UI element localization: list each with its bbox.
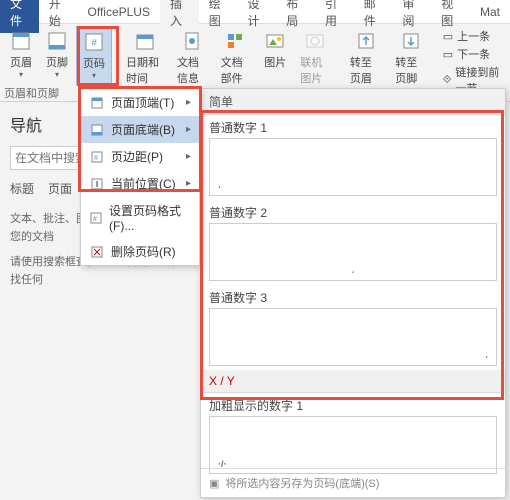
goto-header-button[interactable]: 转至页眉 xyxy=(344,26,387,90)
chevron-right-icon: ▸ xyxy=(186,97,191,108)
next-icon: ▭ xyxy=(443,48,453,61)
menu-page-margins[interactable]: # 页边距(P)▸ xyxy=(81,143,199,170)
save-icon: ▣ xyxy=(209,477,219,490)
goto-header-icon xyxy=(355,30,377,52)
prev-button[interactable]: ▭上一条 xyxy=(443,28,504,44)
calendar-icon xyxy=(134,30,156,52)
quickparts-icon xyxy=(224,30,246,52)
menu-format-page-numbers[interactable]: # 设置页码格式(F)... xyxy=(81,197,199,238)
next-button[interactable]: ▭下一条 xyxy=(443,46,504,62)
page-margins-icon: # xyxy=(89,150,105,164)
page-number-gallery: 简单 普通数字 1 ، 普通数字 2 ، 普通数字 3 ، X / Y 加粗显示… xyxy=(200,88,506,498)
nav-tab-pages[interactable]: 页面 xyxy=(48,180,72,197)
page-number-icon: # xyxy=(83,31,105,53)
gallery-section-xy: X / Y xyxy=(201,370,505,393)
footer-button[interactable]: 页脚 ▾ xyxy=(40,26,74,85)
page-top-icon xyxy=(89,96,105,110)
tab-officeplus[interactable]: OfficePLUS xyxy=(78,1,160,23)
page-number-menu: 页面顶端(T)▸ 页面底端(B)▸ # 页边距(P)▸ 当前位置(C)▸ # 设… xyxy=(80,88,200,266)
chevron-right-icon: ▸ xyxy=(186,178,191,189)
remove-icon xyxy=(89,245,105,259)
save-selection-button[interactable]: ▣ 将所选内容另存为页码(底端)(S) xyxy=(201,468,505,497)
svg-text:#: # xyxy=(91,38,97,49)
chevron-down-icon: ▾ xyxy=(55,70,59,79)
page-number-button[interactable]: # 页码 ▾ xyxy=(76,26,112,85)
chevron-down-icon: ▾ xyxy=(92,71,96,80)
menu-remove-page-numbers[interactable]: 删除页码(R) xyxy=(81,238,199,265)
gallery-item-bold-1[interactable]: 加粗显示的数字 1 ·/· xyxy=(201,393,505,478)
prev-icon: ▭ xyxy=(443,30,453,43)
goto-footer-icon xyxy=(400,30,422,52)
footer-icon xyxy=(46,30,68,52)
header-icon xyxy=(10,30,32,52)
ribbon-tabs: 文件 开始 OfficePLUS 插入 绘图 设计 布局 引用 邮件 审阅 视图… xyxy=(0,0,510,24)
page-bottom-icon xyxy=(89,123,105,137)
gallery-section-simple: 简单 xyxy=(201,89,505,115)
current-pos-icon xyxy=(89,177,105,191)
menu-current-position[interactable]: 当前位置(C)▸ xyxy=(81,170,199,197)
chevron-right-icon: ▸ xyxy=(186,124,191,135)
menu-top-of-page[interactable]: 页面顶端(T)▸ xyxy=(81,89,199,116)
docinfo-icon xyxy=(181,30,203,52)
goto-footer-button[interactable]: 转至页脚 xyxy=(389,26,432,90)
format-icon: # xyxy=(89,211,103,225)
chevron-down-icon: ▾ xyxy=(19,70,23,79)
gallery-item-plain-3[interactable]: 普通数字 3 ، xyxy=(201,285,505,370)
svg-text:#: # xyxy=(94,155,98,162)
online-picture-icon xyxy=(304,30,326,52)
gallery-item-plain-1[interactable]: 普通数字 1 ، xyxy=(201,115,505,200)
gallery-item-plain-2[interactable]: 普通数字 2 ، xyxy=(201,200,505,285)
tab-mat[interactable]: Mat xyxy=(470,1,510,23)
menu-bottom-of-page[interactable]: 页面底端(B)▸ xyxy=(81,116,199,143)
nav-tab-headings[interactable]: 标题 xyxy=(10,180,34,197)
link-icon: ⟐ xyxy=(443,74,452,87)
picture-icon xyxy=(264,30,286,52)
chevron-right-icon: ▸ xyxy=(186,151,191,162)
header-button[interactable]: 页眉 ▾ xyxy=(4,26,38,85)
svg-text:#: # xyxy=(93,216,97,223)
